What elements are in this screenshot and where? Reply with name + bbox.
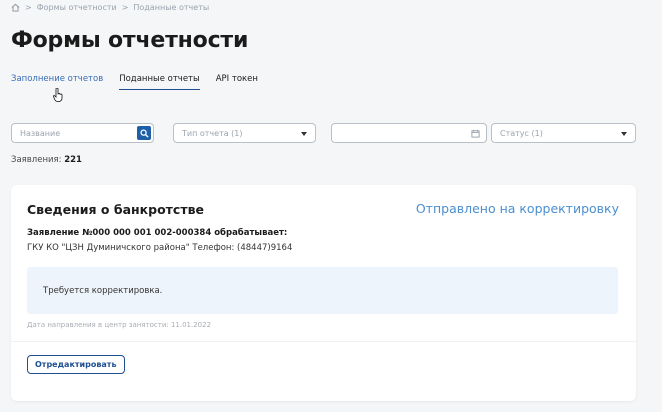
correction-notice-text: Требуется корректировка.	[43, 286, 163, 296]
status-select[interactable]: Статус (1)	[491, 123, 636, 143]
edit-button[interactable]: Отредактировать	[27, 355, 125, 374]
home-icon[interactable]	[11, 3, 20, 12]
calendar-icon[interactable]	[471, 129, 480, 138]
organization-info: ГКУ КО "ЦЗН Думиничского района" Телефон…	[27, 243, 293, 253]
breadcrumb-item-submitted: Поданные отчеты	[133, 3, 210, 12]
name-search-input[interactable]: Название	[11, 123, 154, 143]
status-placeholder: Статус (1)	[500, 128, 543, 138]
sent-date: Дата направления в центр занятости: 11.0…	[27, 321, 212, 329]
name-search-placeholder: Название	[20, 128, 61, 138]
breadcrumb: > Формы отчетности > Поданные отчеты	[11, 3, 209, 12]
report-type-placeholder: Тип отчета (1)	[182, 128, 243, 138]
filters-bar: Название Тип отчета (1) Статус (1)	[11, 123, 636, 143]
status-badge: Отправлено на корректировку	[415, 201, 619, 216]
applications-count: Заявления: 221	[11, 155, 82, 165]
breadcrumb-separator: >	[25, 3, 32, 12]
applications-count-value: 221	[64, 155, 82, 165]
application-number: Заявление №000 000 001 002-000384 обраба…	[27, 228, 288, 238]
report-card: Сведения о банкротстве Отправлено на кор…	[11, 185, 636, 401]
search-icon	[139, 128, 149, 138]
correction-notice: Требуется корректировка.	[27, 267, 618, 314]
applications-count-label: Заявления:	[11, 155, 62, 165]
hand-cursor-icon	[53, 88, 63, 102]
tab-submitted-reports[interactable]: Поданные отчеты	[119, 74, 200, 90]
page-title: Формы отчетности	[11, 28, 249, 53]
tabs: Заполнение отчетов Поданные отчеты API т…	[11, 74, 258, 90]
report-card-title: Сведения о банкротстве	[27, 202, 204, 217]
report-type-select[interactable]: Тип отчета (1)	[173, 123, 316, 143]
chevron-down-icon	[301, 132, 307, 136]
divider	[11, 341, 636, 342]
date-input[interactable]	[331, 123, 487, 143]
tab-api-token[interactable]: API токен	[216, 74, 258, 90]
breadcrumb-separator: >	[121, 3, 129, 12]
breadcrumb-item-forms[interactable]: Формы отчетности	[37, 3, 117, 12]
search-button[interactable]	[137, 126, 151, 140]
chevron-down-icon	[621, 132, 627, 136]
